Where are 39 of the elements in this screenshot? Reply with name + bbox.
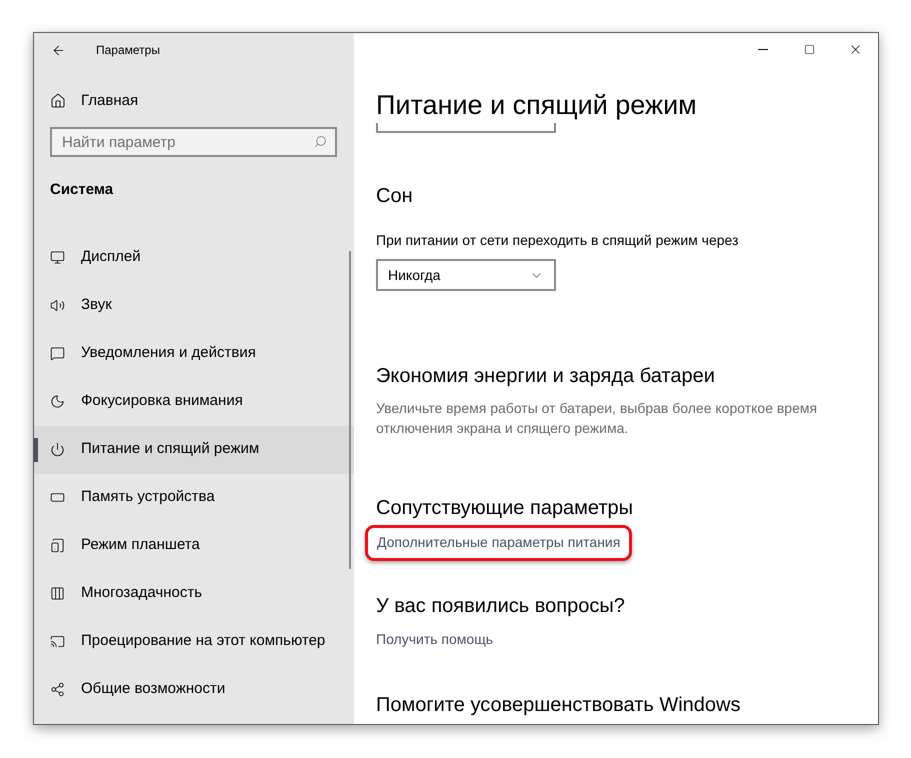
sidebar-item[interactable]: Память устройства xyxy=(34,474,354,522)
sidebar-item[interactable]: Режим планшета xyxy=(34,522,354,570)
sidebar-item[interactable]: Звук xyxy=(34,282,354,330)
scrollbar[interactable] xyxy=(349,251,351,569)
columns-icon xyxy=(50,586,65,601)
tablet-icon xyxy=(50,538,65,553)
sidebar-item[interactable]: Многозадачность xyxy=(34,570,354,618)
section-heading: Помогите усовершенствовать Windows xyxy=(376,693,740,718)
message-icon xyxy=(50,346,65,361)
search-icon xyxy=(314,135,327,148)
field-label: При питании от сети переходить в спящий режим через xyxy=(376,231,738,250)
monitor-icon xyxy=(50,250,65,265)
section-heading: Сопутствующие параметры xyxy=(376,496,634,521)
section-heading: Система xyxy=(50,180,114,200)
dropdown[interactable]: Никогда xyxy=(376,259,556,291)
section-heading: Сон xyxy=(376,184,413,209)
sidebar-item[interactable]: Проецирование на этот компьютер xyxy=(34,618,354,666)
home-link[interactable]: Главная xyxy=(81,90,138,112)
section-heading: Экономия энергии и заряда батареи xyxy=(376,364,715,389)
cast-icon xyxy=(50,634,65,649)
maximize-icon xyxy=(804,44,814,54)
power-options-link[interactable]: Дополнительные параметры питания xyxy=(377,534,620,550)
dropdown[interactable] xyxy=(376,121,556,133)
section-heading: У вас появились вопросы? xyxy=(376,594,625,619)
speaker-icon xyxy=(50,298,65,313)
search-field[interactable]: Найти параметр xyxy=(50,127,337,157)
description-text: Увеличьте время работы от батареи, выбрав более короткое время отключения экрана и спящего режима. xyxy=(376,399,818,438)
sidebar-item[interactable]: Фокусировка внимания xyxy=(34,378,354,426)
sidebar-item[interactable]: Общие возможности xyxy=(34,666,354,714)
help-link[interactable]: Получить помощь xyxy=(376,629,494,650)
sidebar-item[interactable]: Уведомления и действия xyxy=(34,330,354,378)
sidebar-item[interactable]: Питание и спящий режим xyxy=(34,426,354,474)
power-icon xyxy=(50,442,65,457)
window-title: Параметры xyxy=(96,42,160,59)
moon-icon xyxy=(50,394,65,409)
minimize-icon xyxy=(758,48,768,50)
share-icon xyxy=(50,682,65,697)
sidebar-item[interactable]: Дисплей xyxy=(34,234,354,282)
home-icon xyxy=(50,93,66,109)
